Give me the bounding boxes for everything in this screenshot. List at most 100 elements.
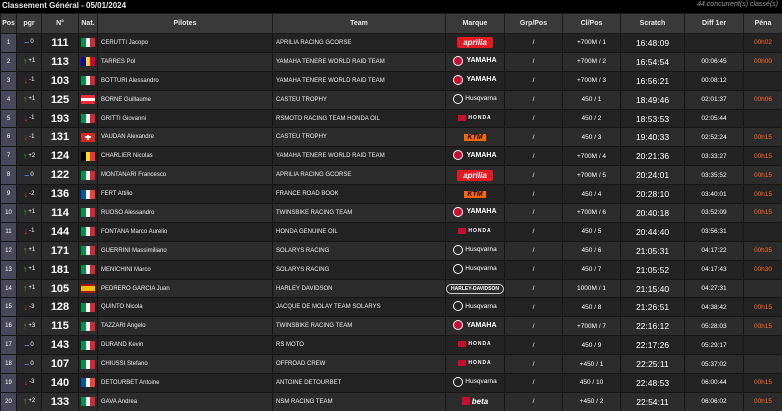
table-row[interactable]: 7 ↑ +2 124 CHARLIER Nicolas YAMAHA TENERE WOR… (0, 146, 782, 167)
pilot-name[interactable]: MENICHINI Marco (97, 259, 273, 280)
pilot-name[interactable]: TARRES Pol (97, 51, 273, 72)
table-row[interactable]: 11 ↓ -1 144 FONTANA Marco Aurelio HONDA GENUI… (0, 221, 782, 242)
scratch-time: 21:05:31 (620, 240, 685, 261)
penalty: 00h15 (743, 297, 782, 318)
pilot-name[interactable]: BORNE Guillaume (97, 89, 273, 110)
brand-cell: HONDA (445, 108, 505, 129)
table-row[interactable]: 16 ↑ +3 115 TAZZARI Angelo TWINSBIKE RACING T… (0, 316, 782, 337)
team-name: HARLEY DAVIDSON (272, 278, 446, 299)
brand-label: YAMAHA (466, 321, 497, 329)
pilot-name[interactable]: RUOSO Alessandro (97, 203, 273, 223)
pilot-name[interactable]: GUERRINI Massimiliano (97, 240, 273, 261)
scratch-time: 22:48:53 (620, 373, 685, 393)
brand-cell: YAMAHA (445, 70, 505, 91)
brand-label: YAMAHA (466, 208, 497, 216)
flag-icon (81, 378, 95, 388)
race-number: 115 (41, 316, 79, 337)
scratch-time: 20:44:40 (620, 221, 685, 242)
pilot-name[interactable]: VAUDAN Alexandre (97, 127, 273, 148)
diff-leader (684, 33, 744, 53)
race-number: 111 (41, 33, 79, 53)
pilot-name[interactable]: FONTANA Marco Aurelio (97, 221, 273, 242)
pilot-name[interactable]: CHIUSSI Stefano (97, 354, 273, 375)
col-header-pilots[interactable]: Pilotes (97, 13, 273, 34)
scratch-time: 18:53:53 (620, 108, 685, 129)
col-header-nat[interactable]: Nat. (78, 13, 98, 34)
race-number: 124 (41, 146, 79, 167)
group-position: / (504, 240, 563, 261)
honda-logo-icon (458, 227, 467, 234)
pilot-name[interactable]: PEDRERO GARCIA Juan (97, 278, 273, 299)
table-row[interactable]: 18–0 107 CHIUSSI Stefano OFFROAD CREW HONDA /… (0, 354, 782, 375)
arrow-up-icon: ↑ (22, 264, 28, 275)
pilot-name[interactable]: QUINTO Nicola (97, 297, 273, 318)
table-row[interactable]: 8–0 122 MONTANARI Francesco APRILIA RACING … (0, 165, 782, 186)
pilot-name[interactable]: CERUTTI Jacopo (97, 33, 273, 53)
pilot-name[interactable]: MONTANARI Francesco (97, 165, 273, 186)
table-row[interactable]: 1–0 111 CERUTTI Jacopo APRILIA RACING GCORS… (0, 33, 782, 53)
table-row[interactable]: 19 ↓ -3 140 DETOURBET Antoine ANTOINE DETOURB… (0, 373, 782, 393)
col-header-cl-pos[interactable]: Cl/Pos (562, 13, 621, 34)
scratch-time: 16:56:21 (620, 70, 685, 91)
col-header-number[interactable]: N° (41, 13, 79, 34)
penalty: 00h15 (743, 373, 782, 393)
pilot-name[interactable]: FERT Attilio (97, 184, 273, 205)
diff-leader: 05:28:03 (684, 316, 744, 337)
table-row[interactable]: 9 ↓ -2 136 FERT Attilio FRANCE ROAD BOOK KTM /4… (0, 184, 782, 205)
table-row[interactable]: 13 ↑ +1 181 MENICHINI Marco SOLARYS RACING Hus… (0, 259, 782, 280)
table-row[interactable]: 15 ↓ -3 128 QUINTO Nicola JACQUE DE MOLAY TEA… (0, 297, 782, 318)
yamaha-brand-logo: YAMAHA (453, 55, 497, 66)
col-header-diff[interactable]: Diff 1er (684, 13, 744, 34)
diff-leader: 04:38:42 (684, 297, 744, 318)
position-change: ↓ -2 (24, 189, 35, 198)
table-row[interactable]: 17–0 143 DURAND Kevin RS MOTO HONDA/450 / 92… (0, 335, 782, 356)
table-row[interactable]: 14 ↑ +1 105 PEDRERO GARCIA Juan HARLEY DAVIDS… (0, 278, 782, 299)
pilot-name[interactable]: CHARLIER Nicolas (97, 146, 273, 167)
team-name: TWINSBIKE RACING TEAM (272, 203, 446, 223)
class-position: 450 / 8 (562, 297, 621, 318)
table-row[interactable]: 20 ↑ +2 133 GAVA Andrea NSM RACING TEAM beta / +… (0, 391, 782, 411)
pilot-name[interactable]: BOTTURI Alessandro (97, 70, 273, 91)
nationality-cell (78, 165, 98, 186)
table-row[interactable]: 5 ↓ -1 193 GRITTI Giovanni RSMOTO RACING TEAM… (0, 108, 782, 129)
team-name: FRANCE ROAD BOOK (272, 184, 446, 205)
race-number: 113 (41, 51, 79, 72)
nationality-cell (78, 51, 98, 72)
table-row[interactable]: 4 ↑ +1 125 BORNE Guillaume CASTEU TROPHY Husqv… (0, 89, 782, 110)
nationality-cell (78, 240, 98, 261)
col-header-grp-pos[interactable]: Grp/Pos (504, 13, 563, 34)
brand-label: aprilia (463, 38, 487, 48)
col-header-team[interactable]: Team (272, 13, 446, 34)
col-header-pos[interactable]: Pos (0, 13, 17, 34)
position-cell: 12 (0, 240, 17, 261)
position-cell: 19 (0, 373, 17, 393)
table-row[interactable]: 3 ↓ -1 103 BOTTURI Alessandro YAMAHA TENERE W… (0, 70, 782, 91)
standings-table: Pos pgr N° Nat. Pilotes Team Marque Grp/… (0, 13, 782, 411)
arrow-down-icon: ↓ (23, 377, 29, 388)
col-header-pgr[interactable]: pgr (16, 13, 42, 34)
progress-cell: ↑ +1 (16, 240, 42, 261)
pilot-name[interactable]: GAVA Andrea (97, 391, 273, 411)
position-cell: 4 (0, 89, 17, 110)
table-row[interactable]: 6 ↓ -1 131 VAUDAN Alexandre CASTEU TROPHY KTM /… (0, 127, 782, 148)
flag-icon (81, 95, 95, 105)
col-header-scratch[interactable]: Scratch (620, 13, 685, 34)
pilot-name[interactable]: GRITTI Giovanni (97, 108, 273, 129)
pilot-name[interactable]: DETOURBET Antoine (97, 373, 273, 393)
table-row[interactable]: 12 ↑ +1 171 GUERRINI Massimiliano SOLARYS RAC… (0, 240, 782, 261)
col-header-penalty[interactable]: Péna (743, 13, 782, 34)
scratch-time: 18:49:46 (620, 89, 685, 110)
brand-label: beta (471, 396, 489, 406)
flag-icon (81, 321, 95, 331)
position-change-value: -2 (29, 190, 35, 197)
ktm-brand-logo: KTM (464, 133, 486, 141)
honda-brand-logo: HONDA (458, 227, 491, 234)
col-header-brand[interactable]: Marque (445, 13, 505, 34)
beta-logo-icon (461, 397, 470, 406)
pilot-name[interactable]: DURAND Kevin (97, 335, 273, 356)
pilot-name[interactable]: TAZZARI Angelo (97, 316, 273, 337)
progress-cell: ↓ -1 (16, 127, 42, 148)
table-row[interactable]: 10 ↑ +1 114 RUOSO Alessandro TWINSBIKE RACING… (0, 203, 782, 223)
table-row[interactable]: 2 ↑ +1 113 TARRES Pol YAMAHA TENERE WORLD RAI… (0, 51, 782, 72)
position-cell: 17 (0, 335, 17, 356)
